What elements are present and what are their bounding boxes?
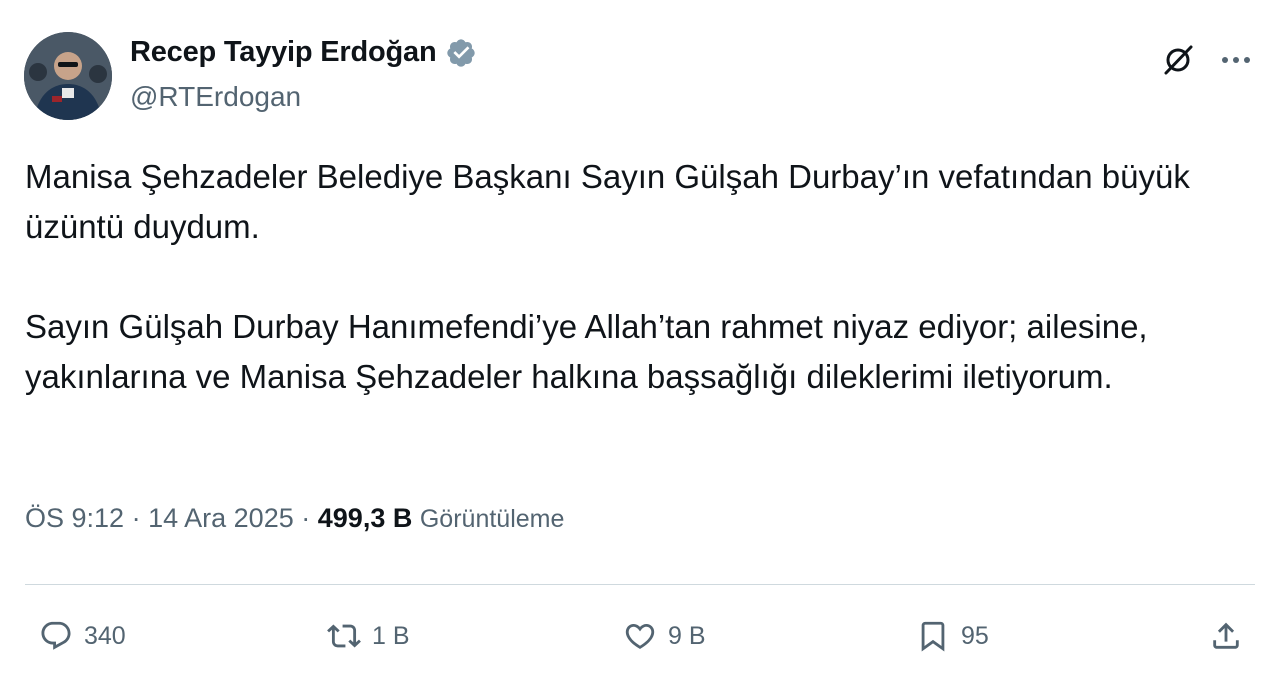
share-icon <box>1206 616 1246 656</box>
reply-button[interactable]: 340 <box>36 612 126 660</box>
meta-separator: · <box>131 503 141 533</box>
tweet-text: Manisa Şehzadeler Belediye Başkanı Sayın… <box>25 152 1265 402</box>
tweet-meta: ÖS 9:12 · 14 Ara 2025 · 499,3 B Görüntül… <box>25 503 564 534</box>
views-label: Görüntüleme <box>419 505 565 533</box>
meta-separator: · <box>301 503 311 533</box>
retweet-icon <box>324 616 364 656</box>
tweet-card: Recep Tayyip Erdoğan @RTErdogan Manisa Ş… <box>0 0 1280 687</box>
like-button[interactable]: 9 B <box>620 612 706 660</box>
views-count: 499,3 B <box>317 503 413 533</box>
retweet-count: 1 B <box>372 621 410 650</box>
tweet-time[interactable]: ÖS 9:12 <box>25 503 124 533</box>
more-dots-icon[interactable] <box>1216 40 1256 80</box>
tweet-paragraph: Sayın Gülşah Durbay Hanımefendi’ye Allah… <box>25 308 1148 395</box>
author-display-name[interactable]: Recep Tayyip Erdoğan <box>130 36 437 69</box>
author-handle[interactable]: @RTErdogan <box>130 81 301 113</box>
heart-icon <box>620 616 660 656</box>
author-name-row: Recep Tayyip Erdoğan <box>130 36 477 69</box>
tweet-date[interactable]: 14 Ara 2025 <box>148 503 294 533</box>
like-count: 9 B <box>668 621 706 650</box>
share-button[interactable] <box>1206 612 1246 660</box>
verified-badge-icon[interactable] <box>445 37 477 69</box>
divider <box>25 584 1255 585</box>
grok-slash-icon[interactable] <box>1158 40 1198 80</box>
tweet-paragraph: Manisa Şehzadeler Belediye Başkanı Sayın… <box>25 158 1190 245</box>
reply-count: 340 <box>84 621 126 650</box>
retweet-button[interactable]: 1 B <box>324 612 410 660</box>
reply-icon <box>36 616 76 656</box>
bookmark-icon <box>913 616 953 656</box>
bookmark-count: 95 <box>961 621 989 650</box>
bookmark-button[interactable]: 95 <box>913 612 989 660</box>
avatar[interactable] <box>24 32 112 120</box>
